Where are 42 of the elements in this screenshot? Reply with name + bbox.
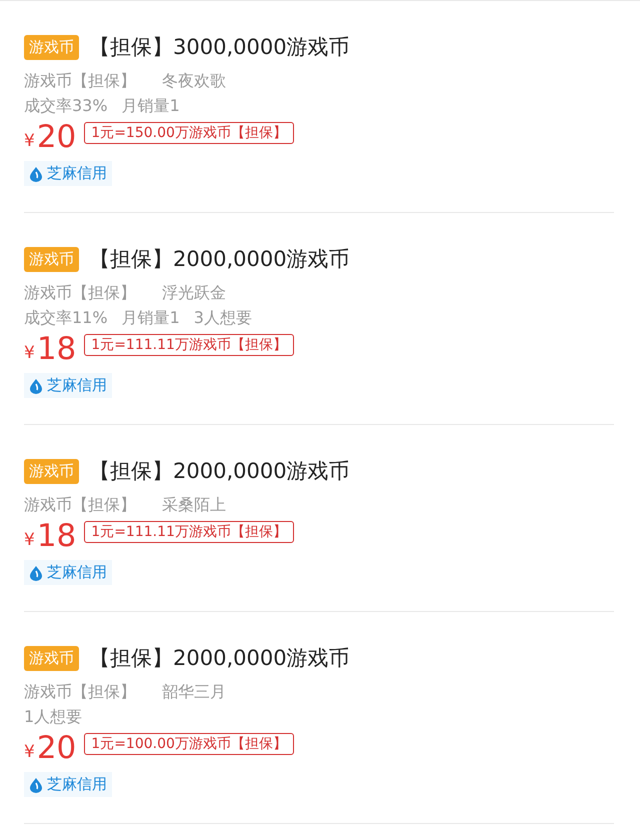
drop-icon xyxy=(29,564,43,580)
stat-text: 月销量1 xyxy=(122,308,180,329)
exchange-rate-label: 1元=150.00万游戏币【担保】 xyxy=(84,122,294,144)
stat-text: 月销量1 xyxy=(122,96,180,117)
seller-name: 浮光跃金 xyxy=(162,283,226,304)
drop-icon xyxy=(29,776,43,792)
currency-symbol: ¥ xyxy=(24,742,35,762)
category-text: 游戏币【担保】 xyxy=(24,495,136,516)
stat-text: 成交率33% xyxy=(24,96,108,117)
stat-text: 1人想要 xyxy=(24,707,82,728)
credit-label: 芝麻信用 xyxy=(47,775,107,794)
price: 18 xyxy=(36,518,76,554)
price: 20 xyxy=(36,119,76,155)
price: 18 xyxy=(36,331,76,367)
drop-icon xyxy=(29,378,43,394)
credit-label: 芝麻信用 xyxy=(47,376,107,395)
currency-symbol: ¥ xyxy=(24,530,35,550)
stat-text: 成交率11% xyxy=(24,308,108,329)
currency-symbol: ¥ xyxy=(24,343,35,363)
category-tag: 游戏币 xyxy=(24,246,79,272)
seller-name: 冬夜欢歌 xyxy=(162,71,226,92)
listing-title[interactable]: 【担保】2000,0000游戏币 xyxy=(89,245,350,273)
exchange-rate-label: 1元=100.00万游戏币【担保】 xyxy=(84,733,294,755)
category-text: 游戏币【担保】 xyxy=(24,71,136,92)
seller-name: 韶华三月 xyxy=(162,682,226,703)
category-tag: 游戏币 xyxy=(24,34,79,60)
category-text: 游戏币【担保】 xyxy=(24,682,136,703)
category-tag: 游戏币 xyxy=(24,646,79,670)
listing-title[interactable]: 【担保】3000,0000游戏币 xyxy=(89,33,350,61)
exchange-rate-label: 1元=111.11万游戏币【担保】 xyxy=(84,521,294,543)
category-tag: 游戏币 xyxy=(24,458,79,484)
credit-label: 芝麻信用 xyxy=(47,563,107,582)
credit-label: 芝麻信用 xyxy=(47,164,107,183)
listing-title[interactable]: 【担保】2000,0000游戏币 xyxy=(89,644,350,672)
seller-name: 采桑陌上 xyxy=(162,495,226,516)
category-text: 游戏币【担保】 xyxy=(24,283,136,304)
stat-text: 3人想要 xyxy=(194,308,252,329)
listing-title[interactable]: 【担保】2000,0000游戏币 xyxy=(89,457,350,485)
drop-icon xyxy=(29,166,43,182)
exchange-rate-label: 1元=111.11万游戏币【担保】 xyxy=(84,334,294,356)
currency-symbol: ¥ xyxy=(24,131,35,151)
price: 20 xyxy=(36,730,76,766)
